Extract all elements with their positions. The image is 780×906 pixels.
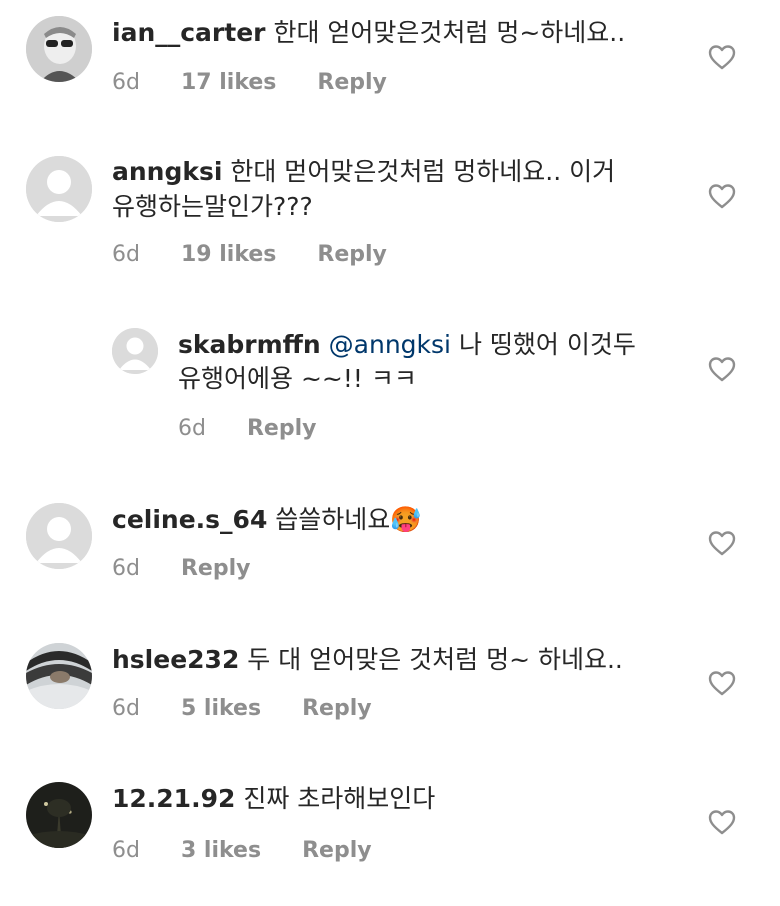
- reply-button[interactable]: Reply: [317, 68, 387, 98]
- reply-button[interactable]: Reply: [181, 554, 251, 584]
- comment-text-line2: 유행하는말인가???: [112, 192, 313, 221]
- comment-text-line2: 유행어에용 ~~!! ㅋㅋ: [178, 364, 417, 393]
- comment-text: 씁쓸하네요🥵: [275, 505, 422, 534]
- like-heart-icon[interactable]: [708, 809, 736, 835]
- timestamp: 6d: [178, 416, 206, 441]
- default-avatar-icon: [26, 156, 92, 222]
- like-heart-icon[interactable]: [708, 183, 736, 209]
- comment-text-line1: 나 띵했어 이것두: [458, 330, 636, 359]
- username[interactable]: 12.21.92: [112, 784, 235, 813]
- username[interactable]: skabrmffn: [178, 330, 321, 359]
- avatar[interactable]: [26, 16, 92, 82]
- timestamp: 6d: [112, 242, 140, 267]
- reply-button[interactable]: Reply: [302, 836, 372, 866]
- username[interactable]: celine.s_64: [112, 505, 267, 534]
- reply-button[interactable]: Reply: [247, 414, 317, 444]
- likes-count[interactable]: 17 likes: [181, 68, 276, 98]
- default-avatar-icon: [112, 328, 158, 374]
- default-avatar-icon: [26, 503, 92, 569]
- timestamp: 6d: [112, 556, 140, 581]
- comment-text: 한대 얻어맞은것처럼 멍~하네요..: [273, 18, 626, 47]
- avatar[interactable]: [26, 503, 92, 569]
- comment-text: 두 대 얻어맞은 것처럼 멍~ 하네요..: [247, 645, 623, 674]
- username[interactable]: hslee232: [112, 645, 239, 674]
- profile-photo-icon: [26, 782, 92, 848]
- profile-photo-icon: [26, 643, 92, 709]
- like-heart-icon[interactable]: [708, 356, 736, 382]
- like-heart-icon[interactable]: [708, 530, 736, 556]
- comment-text: 진짜 초라해보인다: [243, 784, 436, 813]
- likes-count[interactable]: 3 likes: [181, 836, 261, 866]
- avatar[interactable]: [26, 643, 92, 709]
- timestamp: 6d: [112, 838, 140, 863]
- avatar[interactable]: [112, 328, 158, 374]
- avatar[interactable]: [26, 782, 92, 848]
- likes-count[interactable]: 5 likes: [181, 694, 261, 724]
- timestamp: 6d: [112, 696, 140, 721]
- mention-link[interactable]: @anngksi: [329, 330, 451, 359]
- like-heart-icon[interactable]: [708, 670, 736, 696]
- comment-text-line1: 한대 먿어맞은것처럼 멍하네요.. 이거: [230, 157, 616, 186]
- likes-count[interactable]: 19 likes: [181, 240, 276, 270]
- profile-photo-icon: [26, 16, 92, 82]
- username[interactable]: anngksi: [112, 157, 222, 186]
- username[interactable]: ian__carter: [112, 18, 266, 47]
- like-heart-icon[interactable]: [708, 44, 736, 70]
- timestamp: 6d: [112, 70, 140, 95]
- reply-button[interactable]: Reply: [317, 240, 387, 270]
- avatar[interactable]: [26, 156, 92, 222]
- reply-button[interactable]: Reply: [302, 694, 372, 724]
